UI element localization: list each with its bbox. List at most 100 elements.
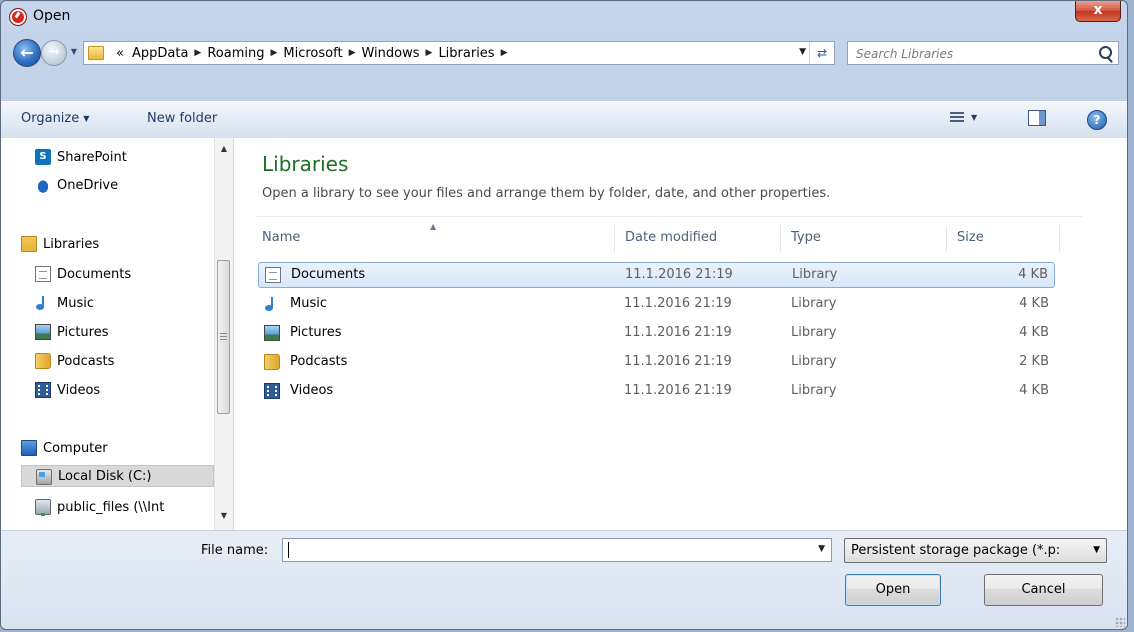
sidebar-item-label: Videos [57, 382, 101, 398]
sidebar-item-label: SharePoint [57, 149, 127, 165]
view-options-dropdown-icon[interactable]: ▼ [971, 113, 977, 122]
page-title: Libraries [262, 152, 349, 176]
navigation-pane[interactable]: S SharePoint OneDrive Libraries Document… [1, 138, 234, 530]
forward-arrow-icon[interactable]: → [41, 40, 67, 66]
network-drive-icon [35, 499, 51, 516]
column-divider[interactable] [946, 226, 947, 252]
column-header-date-modified[interactable]: Date modified [625, 224, 717, 252]
table-row[interactable]: Music 11.1.2016 21:19 Library 4 KB [258, 292, 1055, 318]
address-dropdown-icon[interactable]: ▼ [799, 47, 806, 57]
column-header-type[interactable]: Type [791, 224, 821, 252]
organize-button[interactable]: Organize ▼ [21, 111, 89, 126]
sidebar-item-label: Pictures [57, 324, 109, 340]
column-divider[interactable] [614, 226, 615, 252]
sidebar-scrollbar[interactable]: ▲ ▼ [214, 138, 233, 530]
scroll-up-arrow-icon[interactable]: ▲ [215, 140, 233, 157]
file-type-filter-select[interactable]: Persistent storage package (*.p: ▼ [844, 538, 1107, 563]
sidebar-item-label: Music [57, 295, 94, 311]
pictures-icon [264, 325, 280, 341]
recent-locations-dropdown-icon[interactable]: ▼ [68, 47, 80, 57]
file-type: Library [791, 383, 837, 398]
table-row[interactable]: Pictures 11.1.2016 21:19 Library 4 KB [258, 321, 1055, 347]
open-dialog: Open x ← → ▼ « AppData ▶ Roaming ▶ Micro… [0, 0, 1128, 630]
sidebar-item-videos[interactable]: Videos [35, 379, 100, 401]
file-date: 11.1.2016 21:19 [624, 383, 732, 398]
pictures-icon [35, 324, 51, 340]
column-divider[interactable] [1059, 226, 1060, 252]
search-icon[interactable] [1099, 46, 1112, 59]
chevron-down-icon[interactable]: ▼ [818, 544, 825, 554]
file-date: 11.1.2016 21:19 [624, 296, 732, 311]
breadcrumb-separator-icon[interactable]: ▶ [268, 48, 279, 58]
sidebar-item-sharepoint[interactable]: S SharePoint [35, 146, 127, 168]
chevron-down-icon: ▼ [83, 114, 90, 123]
sharepoint-icon: S [35, 149, 51, 165]
sidebar-item-pictures[interactable]: Pictures [35, 321, 108, 343]
sidebar-item-podcasts[interactable]: Podcasts [35, 350, 114, 372]
sidebar-item-label: Computer [43, 440, 108, 456]
file-type: Library [791, 296, 837, 311]
file-size: 4 KB [1019, 296, 1049, 311]
grip-icon [220, 333, 227, 334]
file-name-input[interactable] [289, 541, 803, 561]
documents-icon [35, 266, 51, 282]
breadcrumb-separator-icon[interactable]: ▶ [347, 48, 358, 58]
title-bar: Open x [1, 1, 1127, 33]
resize-grip-icon[interactable] [1115, 617, 1125, 627]
scrollbar-thumb[interactable] [217, 260, 230, 414]
cancel-button[interactable]: Cancel [984, 574, 1103, 606]
divider [256, 216, 1082, 217]
file-size: 4 KB [1019, 325, 1049, 340]
sidebar-item-local-disk[interactable]: Local Disk (C:) [21, 465, 214, 487]
chevron-down-icon: ▼ [1093, 545, 1100, 555]
page-subtitle: Open a library to see your files and arr… [262, 186, 831, 201]
navigation-bar: ← → ▼ « AppData ▶ Roaming ▶ Microsoft ▶ … [1, 35, 1127, 71]
refresh-icon[interactable]: ⇄ [809, 42, 834, 64]
preview-pane-icon[interactable] [1028, 110, 1046, 126]
breadcrumb-libraries[interactable]: Libraries [434, 46, 498, 61]
sidebar-item-computer[interactable]: Computer [21, 437, 108, 459]
file-list-pane: Libraries Open a library to see your fil… [234, 138, 1127, 530]
app-icon [9, 8, 27, 26]
breadcrumb-overflow[interactable]: « [112, 46, 128, 61]
scroll-down-arrow-icon[interactable]: ▼ [215, 507, 233, 524]
open-button[interactable]: Open [845, 574, 941, 606]
table-row[interactable]: Podcasts 11.1.2016 21:19 Library 2 KB [258, 350, 1055, 376]
file-date: 11.1.2016 21:19 [624, 354, 732, 369]
breadcrumb-microsoft[interactable]: Microsoft [279, 46, 346, 61]
search-box[interactable] [847, 41, 1119, 65]
file-date: 11.1.2016 21:19 [625, 267, 733, 282]
sidebar-item-music[interactable]: Music [35, 292, 94, 314]
file-size: 2 KB [1019, 354, 1049, 369]
music-icon [264, 296, 280, 312]
help-icon[interactable]: ? [1087, 110, 1107, 130]
sidebar-item-libraries[interactable]: Libraries [21, 233, 99, 255]
breadcrumb-separator-icon[interactable]: ▶ [192, 48, 203, 58]
breadcrumb-roaming[interactable]: Roaming [203, 46, 268, 61]
column-divider[interactable] [780, 226, 781, 252]
new-folder-button[interactable]: New folder [147, 111, 217, 126]
disk-icon [36, 469, 52, 485]
file-size: 4 KB [1019, 383, 1049, 398]
address-bar[interactable]: « AppData ▶ Roaming ▶ Microsoft ▶ Window… [83, 41, 835, 65]
sidebar-item-public-files[interactable]: public_files (\\Int [35, 496, 164, 518]
table-row[interactable]: Documents 11.1.2016 21:19 Library 4 KB [258, 262, 1055, 288]
breadcrumb-windows[interactable]: Windows [357, 46, 423, 61]
table-row[interactable]: Videos 11.1.2016 21:19 Library 4 KB [258, 379, 1055, 405]
close-button[interactable]: x [1075, 1, 1121, 22]
file-name-combobox[interactable]: ▼ [282, 538, 832, 562]
back-arrow-icon[interactable]: ← [13, 39, 41, 67]
sidebar-item-onedrive[interactable]: OneDrive [35, 174, 118, 196]
sidebar-item-documents[interactable]: Documents [35, 263, 131, 285]
column-header-size[interactable]: Size [957, 224, 984, 252]
breadcrumb-separator-icon[interactable]: ▶ [499, 48, 510, 58]
breadcrumb-appdata[interactable]: AppData [128, 46, 192, 61]
search-input[interactable] [854, 44, 1088, 64]
column-header-name[interactable]: Name [262, 224, 300, 252]
organize-label: Organize [21, 111, 80, 126]
window-title: Open [33, 8, 71, 24]
change-view-icon[interactable] [950, 112, 964, 126]
breadcrumb-separator-icon[interactable]: ▶ [424, 48, 435, 58]
videos-icon [264, 383, 280, 399]
